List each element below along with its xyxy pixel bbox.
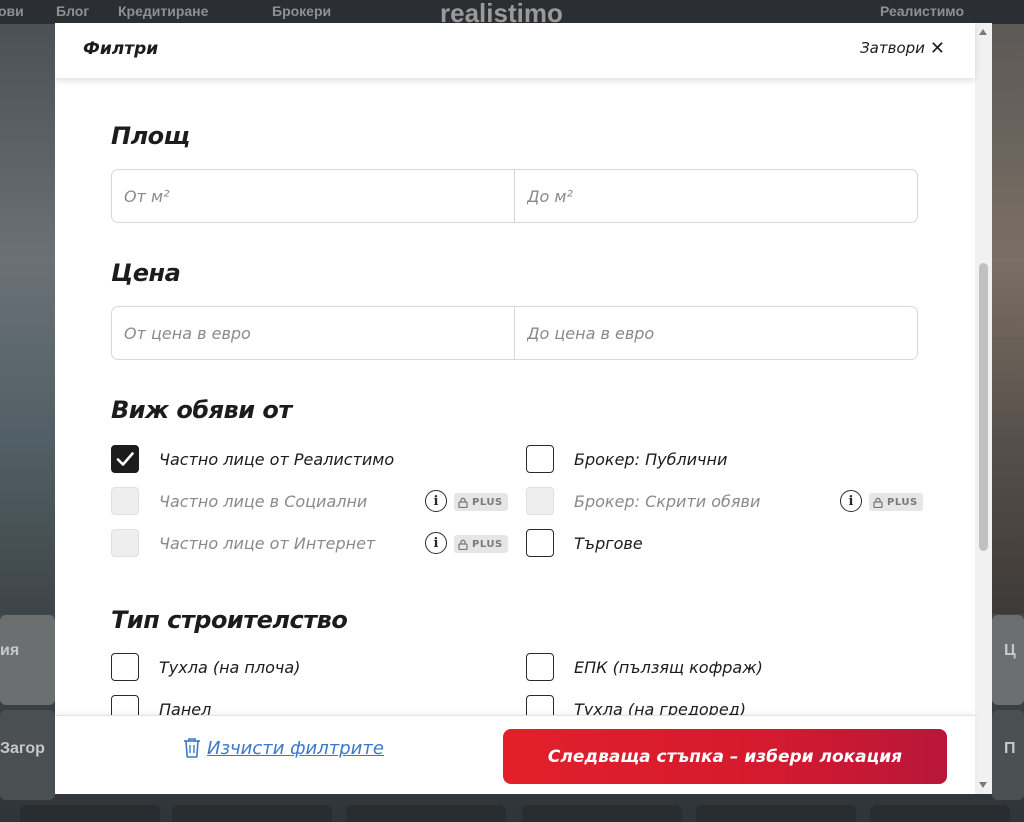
info-icon[interactable]: i [425,490,447,512]
checkbox-label: Брокер: Публични [574,449,728,469]
bg-hero-right [992,24,1024,614]
checkbox-label: Брокер: Скрити обяви [574,491,761,511]
bg-card-label: П [1004,740,1016,757]
checkbox[interactable] [526,653,554,681]
area-to-input[interactable] [515,170,917,222]
listings-from-title: Виж обяви от [111,396,292,424]
construction-title: Тип строителство [111,606,348,634]
listing-option-broker-public[interactable]: Брокер: Публични [526,445,727,473]
bg-nav-item: ови [0,3,24,19]
area-range [111,169,918,223]
price-from-input[interactable] [112,307,514,359]
area-title: Площ [111,122,190,150]
plus-badge: PLUS [869,493,923,511]
checkbox-label: Търгове [574,533,643,553]
checkbox-label: ЕПК (пълзящ кофраж) [574,657,763,677]
bg-card-label: Загор [0,740,45,757]
bg-card [522,805,682,822]
listing-option-private-internet: Частно лице от Интернет [111,529,375,557]
scrollbar[interactable] [975,23,992,794]
modal-title: Филтри [83,39,159,59]
background-nav-bar: ови Блог Кредитиране Брокери realistimo … [0,0,1024,28]
plus-badge: PLUS [454,493,508,511]
checkbox-label: Частно лице от Реалистимо [159,449,395,469]
construction-option-brick-beam[interactable]: Тухла (на гредоред) [526,695,746,715]
info-icon[interactable]: i [425,532,447,554]
filters-body[interactable]: Площ Цена Виж обяви от Частно лице от Ре… [55,78,975,715]
bg-card [696,805,856,822]
close-label: Затвори [860,39,925,57]
close-icon: ✕ [929,37,945,59]
listing-option-private-social: Частно лице в Социални [111,487,367,515]
check-icon [116,452,134,466]
plus-badge-label: PLUS [472,496,503,508]
checkbox [526,487,554,515]
checkbox-label: Частно лице от Интернет [159,533,376,553]
listing-option-auctions[interactable]: Търгове [526,529,643,557]
bg-card [870,805,1010,822]
plus-badge-label: PLUS [472,538,503,550]
bg-nav-item: Кредитиране [118,3,209,19]
checkbox-label: Тухла (на плоча) [159,657,301,677]
bg-card-label: ия [0,642,20,659]
checkbox[interactable] [526,529,554,557]
bg-nav-item: Брокери [272,3,332,19]
construction-option-panel[interactable]: Панел [111,695,211,715]
area-from-input[interactable] [112,170,514,222]
modal-header: Филтри Затвори ✕ [55,23,975,78]
bg-hero-left [0,24,55,614]
plus-badge: PLUS [454,535,508,553]
bg-card [346,805,506,822]
price-range [111,306,918,360]
bg-card [0,615,55,705]
checkbox-label: Панел [159,699,212,716]
checkbox[interactable] [111,653,139,681]
checkbox [111,487,139,515]
checkbox[interactable] [111,445,139,473]
bg-card [992,615,1024,705]
info-icon[interactable]: i [840,490,862,512]
price-to-input[interactable] [515,307,917,359]
clear-filters-label: Изчисти филтрите [207,737,384,759]
trash-icon [184,738,200,758]
plus-badge-label: PLUS [887,496,918,508]
scroll-up-arrow-icon[interactable] [979,29,987,35]
bg-card-label: Ц [1004,642,1016,659]
clear-filters-link[interactable]: Изчисти филтрите [183,737,384,759]
listing-option-private-realistimo[interactable]: Частно лице от Реалистимо [111,445,394,473]
price-title: Цена [111,259,181,287]
construction-option-brick-slab[interactable]: Тухла (на плоча) [111,653,300,681]
modal-footer: Изчисти филтрите Следваща стъпка – избер… [55,715,975,794]
checkbox-label: Тухла (на гредоред) [574,699,746,716]
bg-account: Реалистимо [880,3,965,19]
checkbox[interactable] [526,445,554,473]
checkbox[interactable] [526,695,554,715]
checkbox-label: Частно лице в Социални [159,491,368,511]
checkbox[interactable] [111,695,139,715]
bg-card [172,805,332,822]
checkbox [111,529,139,557]
scrollbar-thumb[interactable] [979,263,988,551]
scroll-down-arrow-icon[interactable] [979,782,987,788]
listing-option-broker-hidden: Брокер: Скрити обяви [526,487,760,515]
lock-icon [873,497,883,508]
construction-option-epk[interactable]: ЕПК (пълзящ кофраж) [526,653,763,681]
filters-modal: Филтри Затвори ✕ Площ Цена Виж обяви от … [55,23,992,794]
next-step-button[interactable]: Следваща стъпка – избери локация [503,729,947,784]
lock-icon [458,539,468,550]
lock-icon [458,497,468,508]
bg-nav-item: Блог [56,3,90,19]
bg-card [20,805,160,822]
close-button[interactable]: Затвори ✕ [860,39,945,57]
